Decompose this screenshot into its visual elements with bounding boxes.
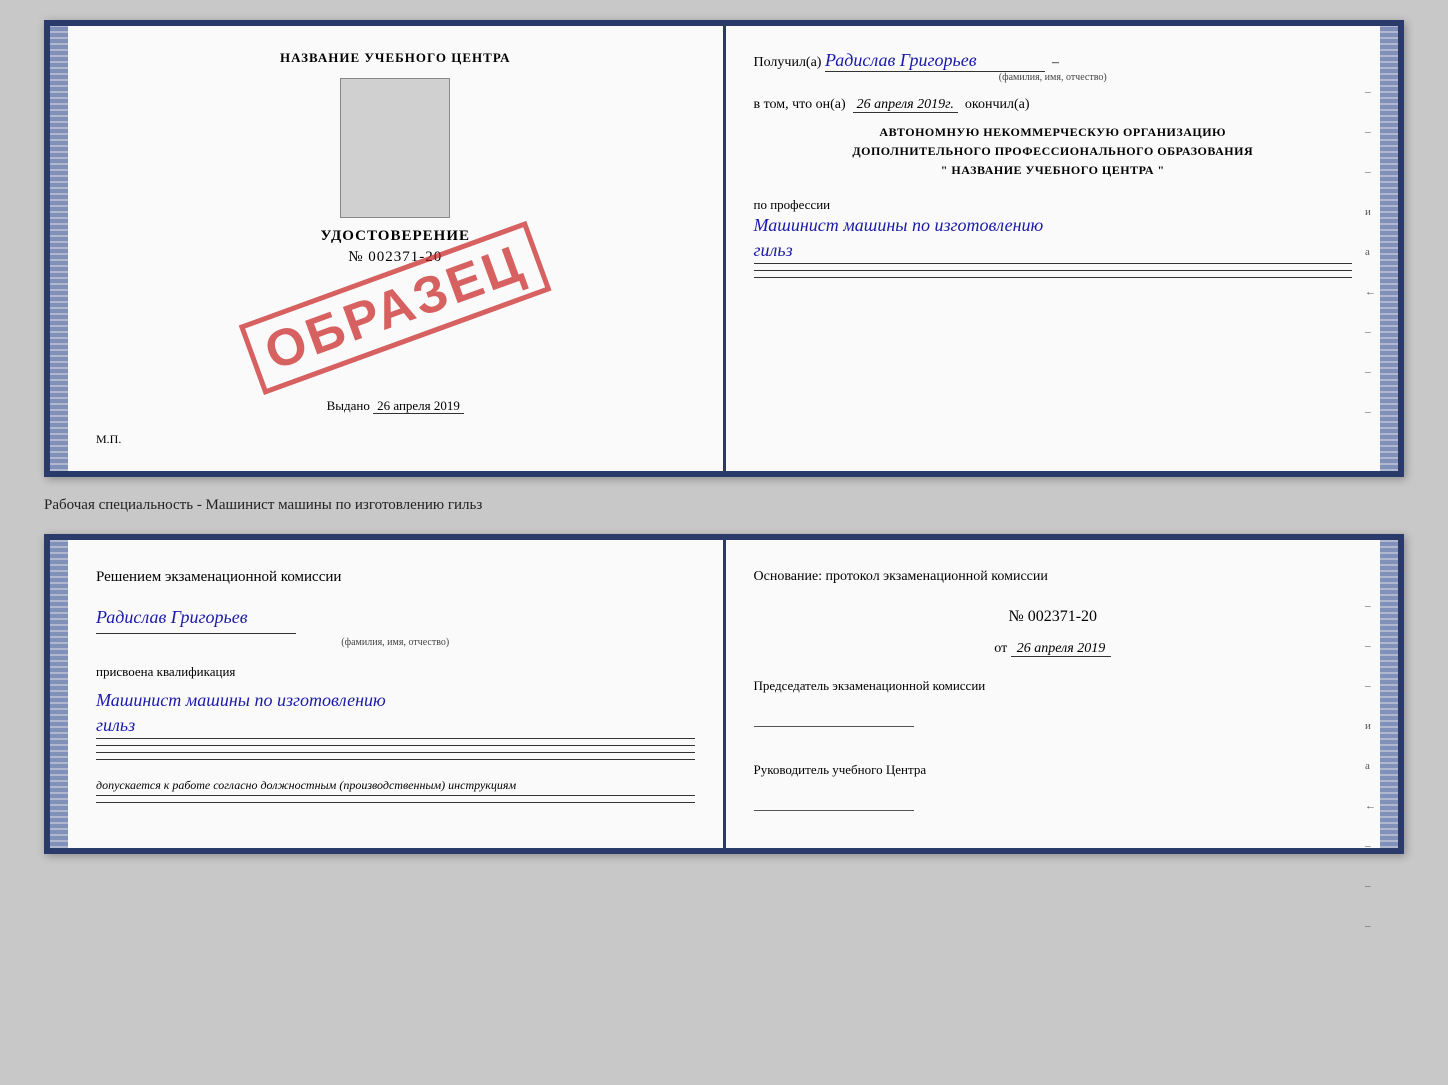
bottom-name: Радислав Григорьев (фамилия, имя, отчест… (96, 601, 695, 652)
issued-label: Выдано (327, 398, 370, 413)
org-line3: " НАЗВАНИЕ УЧЕБНОГО ЦЕНТРА " (754, 161, 1353, 180)
date-prefix: в том, что он(а) (754, 97, 846, 112)
recipient-sublabel: (фамилия, имя, отчество) (754, 72, 1353, 83)
chairman-title: Председатель экзаменационной комиссии (754, 677, 1353, 695)
received-prefix: Получил(а) (754, 55, 822, 70)
obrazets-stamp: ОБРАЗЕЦ (239, 221, 552, 395)
org-block: АВТОНОМНУЮ НЕКОММЕРЧЕСКУЮ ОРГАНИЗАЦИЮ ДО… (754, 123, 1353, 181)
protocol-date: от 26 апреля 2019 (754, 636, 1353, 661)
received-header: Получил(а) Радислав Григорьев – (фамилия… (754, 50, 1353, 83)
top-right-page: Получил(а) Радислав Григорьев – (фамилия… (726, 26, 1399, 471)
cert-issued: Выдано 26 апреля 2019 (96, 398, 695, 414)
bottom-document: Решением экзаменационной комиссии Радисл… (44, 534, 1404, 854)
top-left-title: НАЗВАНИЕ УЧЕБНОГО ЦЕНТРА (96, 50, 695, 66)
issued-date: 26 апреля 2019 (373, 398, 464, 414)
director-signature-line (754, 783, 914, 811)
protocol-number: № 002371-20 (754, 603, 1353, 632)
допускается-text: допускается к работе согласно должностны… (96, 776, 695, 796)
top-document: НАЗВАНИЕ УЧЕБНОГО ЦЕНТРА УДОСТОВЕРЕНИЕ №… (44, 20, 1404, 477)
bottom-left-page: Решением экзаменационной комиссии Радисл… (50, 540, 726, 848)
qualification-prefix: присвоена квалификация (96, 660, 695, 683)
director-title: Руководитель учебного Центра (754, 761, 1353, 779)
date-suffix: окончил(а) (965, 97, 1030, 112)
udostoverenie-label: УДОСТОВЕРЕНИЕ (96, 228, 695, 245)
director-block: Руководитель учебного Центра (754, 761, 1353, 824)
qualification-name: Машинист машины по изготовлению гильз (96, 688, 695, 739)
protocol-date-value: 26 апреля 2019 (1011, 641, 1111, 657)
org-line1: АВТОНОМНУЮ НЕКОММЕРЧЕСКУЮ ОРГАНИЗАЦИЮ (754, 123, 1353, 142)
chairman-block: Председатель экзаменационной комиссии (754, 677, 1353, 740)
mp-label: М.П. (96, 432, 695, 447)
bottom-name-sublabel: (фамилия, имя, отчество) (96, 634, 695, 652)
profession-name: Машинист машины по изготовлению гильз (754, 213, 1353, 264)
recipient-name: Радислав Григорьев (825, 50, 1045, 72)
profession-prefix: по профессии (754, 197, 1353, 213)
bottom-right-page: Основание: протокол экзаменационной коми… (726, 540, 1399, 848)
date-value: 26 апреля 2019г. (853, 97, 958, 113)
cert-number: № 002371-20 (96, 249, 695, 266)
date-line: в том, что он(а) 26 апреля 2019г. окончи… (754, 97, 1353, 113)
top-left-page: НАЗВАНИЕ УЧЕБНОГО ЦЕНТРА УДОСТОВЕРЕНИЕ №… (50, 26, 726, 471)
protocol-date-prefix: от (994, 641, 1007, 656)
photo-placeholder (340, 78, 450, 218)
chairman-signature-line (754, 699, 914, 727)
side-marks: – – – и а ← – – – (1365, 86, 1376, 418)
caption-line: Рабочая специальность - Машинист машины … (44, 493, 1404, 518)
profession-block: по профессии Машинист машины по изготовл… (754, 197, 1353, 278)
bottom-recipient-name: Радислав Григорьев (96, 601, 296, 634)
org-line2: ДОПОЛНИТЕЛЬНОГО ПРОФЕССИОНАЛЬНОГО ОБРАЗО… (754, 142, 1353, 161)
basis-text: Основание: протокол экзаменационной коми… (754, 564, 1353, 589)
bottom-side-marks: – – – и а ← – – – (1365, 600, 1376, 932)
decision-text: Решением экзаменационной комиссии (96, 564, 695, 591)
